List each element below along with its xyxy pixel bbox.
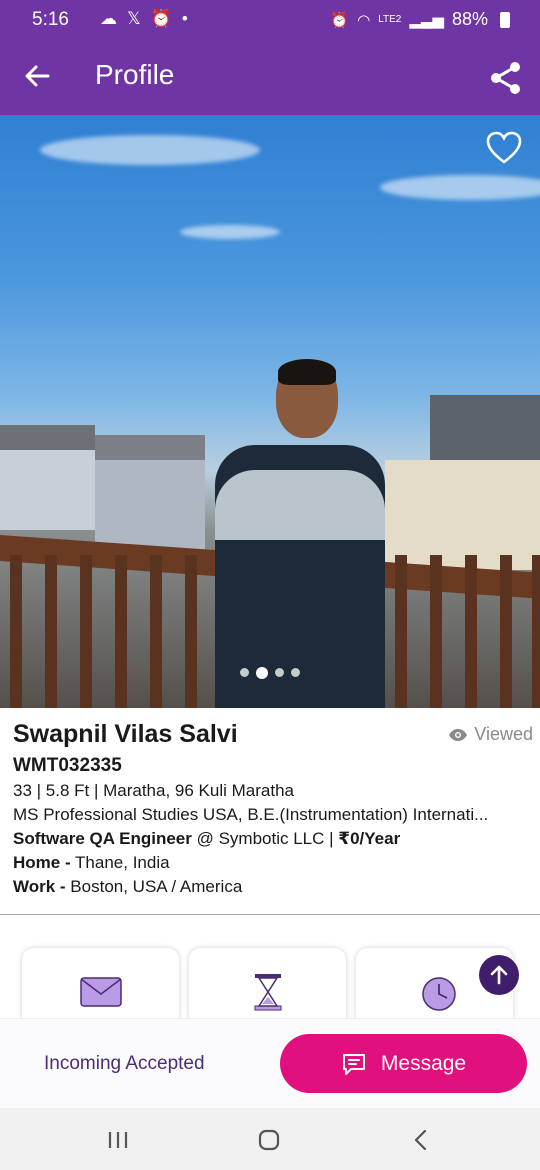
viewed-label: Viewed (474, 724, 533, 744)
interest-cards (22, 948, 540, 1028)
railing-post (45, 555, 57, 708)
hourglass-icon (254, 974, 281, 1011)
railing-post (115, 555, 127, 708)
person-hair (278, 359, 336, 385)
back-arrow-icon[interactable] (18, 56, 58, 96)
cloud (380, 175, 540, 200)
profile-home-line: Home - Thane, India (13, 853, 528, 873)
system-nav-bar (0, 1108, 540, 1170)
house (0, 450, 95, 530)
profile-education: MS Professional Studies USA, B.E.(Instru… (13, 805, 489, 824)
railing-post (395, 555, 407, 708)
network-label: LTE2 (378, 14, 402, 25)
company: @ Symbotic LLC | (191, 829, 339, 848)
railing-post (532, 555, 540, 708)
scroll-to-top-button[interactable] (479, 955, 519, 995)
card-pending[interactable] (189, 948, 346, 1028)
page-title: Profile (95, 59, 175, 90)
home-value: Thane, India (70, 853, 170, 872)
pager-dot[interactable] (240, 668, 249, 677)
profile-occupation-line: Software QA Engineer @ Symbotic LLC | ₹0… (13, 829, 528, 849)
pager-dot-active[interactable] (256, 666, 268, 679)
connection-status: Incoming Accepted (44, 1053, 205, 1074)
alarm-status-icon: ⏰ (330, 11, 350, 29)
pager-dot[interactable] (291, 668, 300, 677)
divider (0, 914, 540, 915)
signal-icon: ▂▃▅ (409, 11, 444, 29)
more-notifications-dot-icon: • (181, 9, 188, 28)
home-icon[interactable] (256, 1128, 282, 1152)
viewed-badge: Viewed (448, 724, 533, 745)
status-right-icons: ⏰ ◠ LTE2 ▂▃▅ 88% (330, 9, 488, 30)
home-label: Home - (13, 853, 71, 872)
work-value: Boston, USA / America (65, 877, 243, 896)
envelope-icon (79, 977, 122, 1007)
arrow-up-icon (490, 965, 508, 985)
railing-post (185, 555, 197, 708)
status-left-icons: ☁ 𝕏 ⏰ • (100, 9, 188, 29)
railing-post (465, 555, 477, 708)
pager-dot[interactable] (275, 668, 284, 677)
notification-icon: ☁ (100, 9, 117, 28)
top-bar: 5:16 ☁ 𝕏 ⏰ • ⏰ ◠ LTE2 ▂▃▅ 88% Profile (0, 0, 540, 115)
wifi-icon: ◠ (357, 11, 371, 29)
battery-percent: 88% (451, 9, 488, 29)
profile-id: WMT032335 (13, 755, 122, 776)
income: ₹0/Year (338, 829, 401, 848)
x-app-icon: 𝕏 (127, 9, 141, 28)
profile-basics: 33 | 5.8 Ft | Maratha, 96 Kuli Maratha (13, 781, 294, 800)
railing-post (430, 555, 442, 708)
railing-post (80, 555, 92, 708)
photo-pager[interactable] (0, 666, 540, 679)
recent-apps-icon[interactable] (105, 1128, 131, 1152)
share-icon[interactable] (486, 58, 526, 98)
cloud (180, 225, 280, 239)
profile-work-line: Work - Boston, USA / America (13, 877, 528, 897)
alarm-icon: ⏰ (150, 9, 172, 28)
card-interest-received[interactable] (22, 948, 179, 1028)
house-roof (430, 395, 540, 470)
status-bar: 5:16 ☁ 𝕏 ⏰ • ⏰ ◠ LTE2 ▂▃▅ 88% (0, 0, 540, 40)
clock-icon (421, 977, 456, 1011)
back-nav-icon[interactable] (408, 1128, 434, 1152)
app-bar: Profile (0, 40, 540, 115)
cloud (40, 135, 260, 165)
profile-info: Swapnil Vilas Salvi Viewed WMT032335 33 … (13, 720, 533, 897)
message-button-label: Message (380, 1051, 467, 1075)
eye-icon (449, 728, 468, 741)
status-time: 5:16 (32, 9, 69, 30)
railing-post (150, 555, 162, 708)
bottom-action-bar: Incoming Accepted Message (0, 1018, 540, 1108)
chat-icon (342, 1053, 365, 1075)
railing-post (10, 555, 22, 708)
profile-photo[interactable] (0, 115, 540, 708)
message-button[interactable]: Message (280, 1034, 527, 1093)
railing-post (500, 555, 512, 708)
person-sweater-stripe (215, 470, 385, 540)
work-label: Work - (13, 877, 66, 896)
favorite-heart-icon[interactable] (486, 131, 522, 165)
battery-icon (500, 12, 510, 28)
occupation: Software QA Engineer (13, 829, 192, 848)
